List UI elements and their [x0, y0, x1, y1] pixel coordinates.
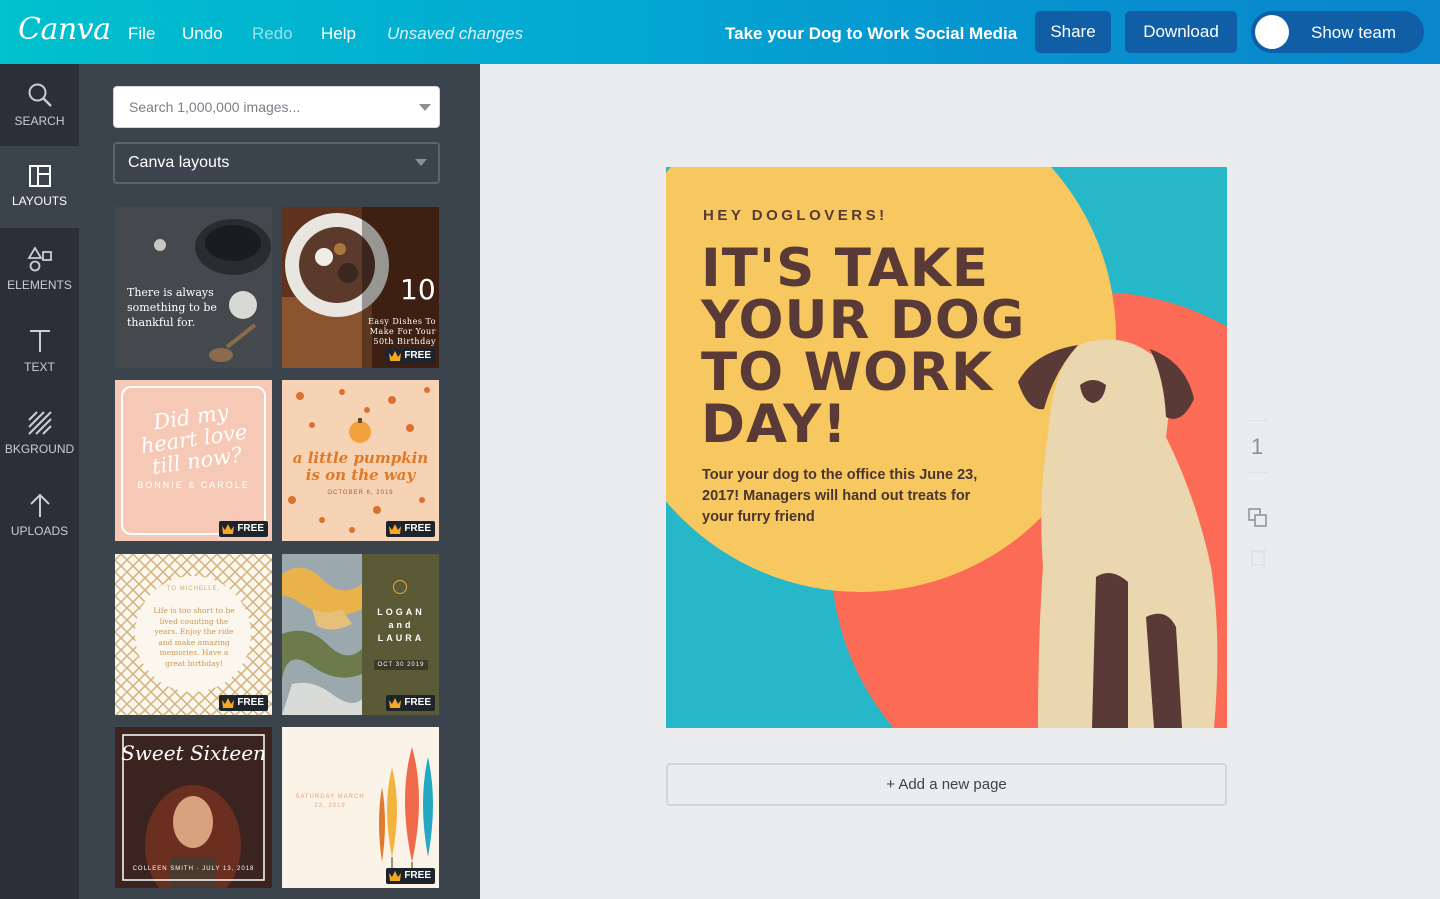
free-badge: FREE: [386, 868, 435, 884]
thumb-text: OCTOBER 6, 2019: [327, 490, 394, 496]
background-icon: [27, 411, 52, 435]
rail-item-search[interactable]: SEARCH: [0, 64, 79, 146]
layout-thumbnail[interactable]: There is always something to be thankful…: [115, 207, 272, 368]
layout-thumbnail[interactable]: Did my heart love till now? BONNIE & CAR…: [115, 380, 272, 541]
search-icon: [28, 83, 52, 107]
menu-redo[interactable]: Redo: [252, 24, 293, 44]
free-label: FREE: [237, 697, 264, 708]
chevron-down-icon: [415, 159, 427, 166]
layout-thumbnail[interactable]: TO MICHELLE, Life is too short to be liv…: [115, 554, 272, 715]
free-badge: FREE: [386, 695, 435, 711]
rail-item-uploads[interactable]: UPLOADS: [0, 474, 79, 556]
show-team-button[interactable]: Show team: [1251, 11, 1424, 53]
crown-icon: [389, 351, 402, 361]
crown-icon: [222, 524, 235, 534]
menu-file[interactable]: File: [128, 24, 155, 44]
image-search-box[interactable]: [113, 86, 440, 128]
layout-thumbnail[interactable]: SATURDAY MARCH 23, 2019 FREE: [282, 727, 439, 888]
upload-arrow-icon: [29, 493, 50, 517]
layout-thumbnail[interactable]: a little pumpkin is on the way OCTOBER 6…: [282, 380, 439, 541]
copy-page-icon[interactable]: [1248, 508, 1268, 528]
chevron-down-icon[interactable]: [419, 104, 431, 111]
text-icon: [29, 330, 50, 352]
free-label: FREE: [237, 523, 264, 534]
free-label: FREE: [404, 523, 431, 534]
thumb-title: a little pumpkin is on the way: [292, 449, 429, 484]
free-badge: FREE: [219, 695, 268, 711]
thumb-number: 10: [400, 273, 436, 306]
thumb-date: OCT 30 2019: [374, 660, 428, 670]
document-title[interactable]: Take your Dog to Work Social Media: [725, 24, 1017, 44]
free-label: FREE: [404, 350, 431, 361]
thumb-text: Life is too short to be lived counting t…: [153, 606, 235, 668]
thumb-title: Sweet Sixteen: [121, 741, 266, 765]
delete-page-icon[interactable]: [1250, 548, 1266, 566]
thumb-date: SATURDAY MARCH 23, 2019: [295, 794, 365, 809]
rail-label: SEARCH: [14, 114, 65, 128]
layout-thumbnail[interactable]: LOGAN and LAURA OCT 30 2019 FREE: [282, 554, 439, 715]
page-number: 1: [1251, 434, 1264, 459]
layouts-icon: [28, 165, 51, 187]
thumb-text: COLLEEN SMITH · JULY 13, 2018: [132, 866, 255, 872]
free-label: FREE: [404, 697, 431, 708]
design-headline[interactable]: IT'S TAKE YOUR DOG TO WORK DAY!: [701, 242, 1041, 451]
canva-logo[interactable]: Canva: [18, 12, 111, 47]
rail-item-background[interactable]: BKGROUND: [0, 392, 79, 474]
rail-label: LAYOUTS: [11, 194, 68, 208]
download-button[interactable]: Download: [1125, 11, 1237, 53]
menu-undo[interactable]: Undo: [182, 24, 223, 44]
save-status: Unsaved changes: [387, 24, 524, 43]
thumb-text: BONNIE & CAROLE: [137, 480, 250, 490]
team-toggle-knob[interactable]: [1255, 15, 1289, 49]
layout-thumbnail[interactable]: 10 Easy Dishes To Make For Your 50th Bir…: [282, 207, 439, 368]
layout-thumbnail[interactable]: Sweet Sixteen COLLEEN SMITH · JULY 13, 2…: [115, 727, 272, 888]
design-body-text[interactable]: Tour your dog to the office this June 23…: [702, 465, 1002, 528]
free-label: FREE: [404, 870, 431, 881]
rail-item-layouts[interactable]: LAYOUTS: [0, 146, 79, 228]
rail-label: TEXT: [24, 360, 55, 374]
crown-icon: [389, 524, 402, 534]
free-badge: FREE: [386, 348, 435, 364]
free-badge: FREE: [219, 521, 268, 537]
crown-icon: [389, 871, 402, 881]
thumb-greeting: TO MICHELLE,: [166, 586, 221, 592]
layout-filter-value: Canva layouts: [128, 154, 230, 171]
rail-item-text[interactable]: TEXT: [0, 310, 79, 392]
top-bar: Canva File Undo Redo Help Unsaved change…: [0, 0, 1440, 64]
thumb-names: LOGAN and LAURA: [377, 607, 425, 643]
show-team-label: Show team: [1311, 23, 1397, 42]
layouts-panel: Canva layouts There is always something …: [79, 64, 480, 899]
rail-label: BKGROUND: [4, 442, 75, 456]
design-canvas[interactable]: HEY DOGLOVERS! IT'S TAKE YOUR DOG TO WOR…: [666, 167, 1227, 728]
design-kicker[interactable]: HEY DOGLOVERS!: [703, 207, 888, 224]
crown-icon: [222, 698, 235, 708]
layout-filter-select[interactable]: Canva layouts: [113, 142, 440, 184]
rail-item-elements[interactable]: ELEMENTS: [0, 228, 79, 310]
thumb-text: Easy Dishes To Make For Your 50th Birthd…: [368, 317, 436, 346]
share-button[interactable]: Share: [1035, 11, 1111, 53]
rail-label: UPLOADS: [10, 524, 69, 538]
rail-label: ELEMENTS: [7, 278, 72, 292]
crown-icon: [389, 698, 402, 708]
shapes-icon: [26, 246, 52, 272]
image-search-input[interactable]: [114, 87, 404, 127]
left-rail: SEARCH LAYOUTS ELEMENTS TEXT BKGROUND UP…: [0, 64, 79, 899]
add-page-button[interactable]: + Add a new page: [666, 763, 1227, 806]
free-badge: FREE: [386, 521, 435, 537]
menu-help[interactable]: Help: [321, 24, 356, 44]
thumb-text: There is always something to be thankful…: [127, 286, 217, 329]
